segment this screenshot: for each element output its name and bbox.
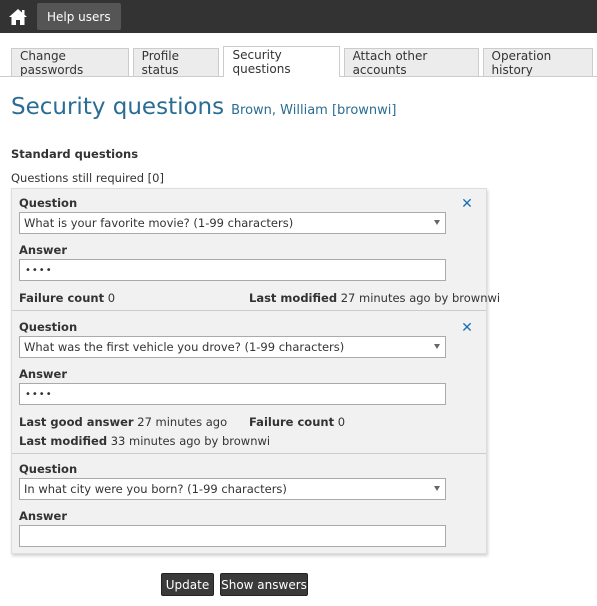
- standard-questions-heading: Standard questions: [11, 147, 139, 161]
- home-icon: [9, 9, 27, 25]
- tab-profile-status[interactable]: Profile status: [132, 48, 220, 77]
- question-label: Question: [19, 196, 78, 210]
- answer-label: Answer: [19, 243, 68, 257]
- question-label: Question: [19, 462, 78, 476]
- top-bar: Help users: [0, 0, 597, 33]
- last-modified-label: Last modified: [249, 291, 338, 305]
- tab-operation-history[interactable]: Operation history: [482, 48, 593, 77]
- last-modified-1: Last modified 27 minutes ago by brownwi: [249, 291, 500, 305]
- answer-label: Answer: [19, 509, 68, 523]
- answer-label: Answer: [19, 367, 68, 381]
- last-modified-2: Last modified 33 minutes ago by brownwi: [19, 434, 270, 448]
- questions-required-text: Questions still required [0]: [11, 171, 164, 185]
- home-button[interactable]: [6, 6, 30, 28]
- page-title: Security questions: [11, 94, 225, 120]
- failure-count-label: Failure count: [249, 415, 335, 429]
- failure-count-value: 0: [107, 291, 116, 305]
- failure-count-value: 0: [337, 415, 346, 429]
- show-answers-button[interactable]: Show answers: [220, 573, 308, 596]
- last-good-answer-2: Last good answer 27 minutes ago: [19, 415, 227, 429]
- failure-count-label: Failure count: [19, 291, 105, 305]
- question-select-value: What is your favorite movie? (1-99 chara…: [24, 216, 294, 230]
- chevron-down-icon: [434, 486, 440, 491]
- question-select-1[interactable]: What is your favorite movie? (1-99 chara…: [19, 212, 446, 234]
- question-block-2: Question ✕ What was the first vehicle yo…: [12, 311, 486, 454]
- last-good-answer-value: 27 minutes ago: [137, 415, 228, 429]
- last-modified-label: Last modified: [19, 434, 108, 448]
- tab-attach-other-accounts[interactable]: Attach other accounts: [343, 48, 479, 77]
- chevron-down-icon: [434, 344, 440, 349]
- answer-input-2[interactable]: ••••: [19, 383, 446, 405]
- remove-icon[interactable]: ✕: [460, 197, 474, 211]
- failure-count-2: Failure count 0: [249, 415, 345, 429]
- question-label: Question: [19, 320, 78, 334]
- question-select-value: In what city were you born? (1-99 charac…: [24, 482, 287, 496]
- question-select-value: What was the first vehicle you drove? (1…: [24, 340, 345, 354]
- help-users-button[interactable]: Help users: [37, 3, 121, 30]
- question-select-3[interactable]: In what city were you born? (1-99 charac…: [19, 478, 446, 500]
- last-modified-value: 33 minutes ago by brownwi: [110, 434, 271, 448]
- last-good-answer-label: Last good answer: [19, 415, 134, 429]
- questions-panel: Question ✕ What is your favorite movie? …: [11, 188, 500, 554]
- update-button[interactable]: Update: [161, 573, 214, 596]
- question-block-1: Question ✕ What is your favorite movie? …: [12, 189, 500, 311]
- page-header: Security questions Brown, William [brown…: [11, 94, 396, 120]
- tab-security-questions[interactable]: Security questions: [223, 46, 340, 77]
- remove-icon[interactable]: ✕: [460, 321, 474, 335]
- failure-count-1: Failure count 0: [19, 291, 115, 305]
- tab-bar: Change passwords Profile status Security…: [11, 46, 597, 77]
- question-block-3: Question In what city were you born? (1-…: [12, 454, 486, 553]
- chevron-down-icon: [434, 220, 440, 225]
- last-modified-value: 27 minutes ago by brownwi: [340, 291, 501, 305]
- tab-change-passwords[interactable]: Change passwords: [11, 48, 129, 77]
- user-name: Brown, William [brownwi]: [231, 103, 397, 118]
- question-select-2[interactable]: What was the first vehicle you drove? (1…: [19, 336, 446, 358]
- answer-input-1[interactable]: ••••: [19, 259, 446, 281]
- answer-input-3[interactable]: [19, 525, 446, 547]
